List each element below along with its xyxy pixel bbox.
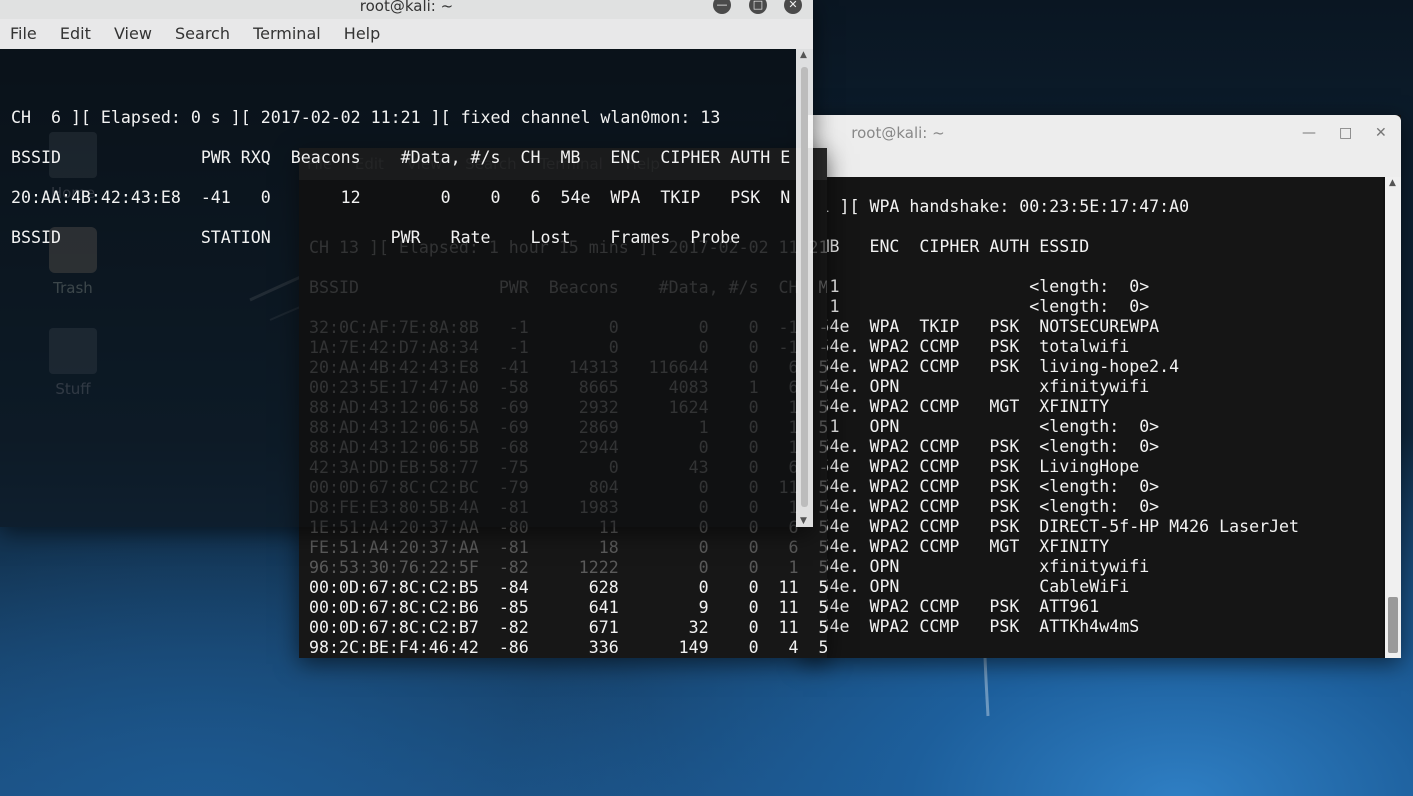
terminal-window-right[interactable]: root@kali: ~ — □ ✕ CH 13 ][ Elapsed: 1 h… bbox=[803, 115, 1401, 658]
terminal-line: 98:2C:BE:F4:46:42 -86 336 149 0 4 54e WP… bbox=[309, 638, 827, 657]
terminal-line: 00:0D:67:8C:C2:B5 -84 628 0 0 11 54e. WP… bbox=[309, 578, 827, 597]
terminal-line: 1A:7E:42:D7:A8:34 -1 0 0 0 -1 -1 <length… bbox=[819, 297, 1150, 316]
menu-file[interactable]: File bbox=[10, 19, 37, 49]
close-button[interactable]: ✕ bbox=[784, 0, 802, 14]
titlebar[interactable]: root@kali: ~ — □ ✕ bbox=[0, 0, 813, 19]
terminal-line: 88:AD:43:12:06:58 -69 2932 1624 0 1 54e.… bbox=[819, 357, 1180, 376]
minimize-button[interactable]: — bbox=[713, 0, 731, 14]
close-button[interactable]: ✕ bbox=[1375, 125, 1387, 141]
terminal-line: 42:3A:DD:EB:58:77 -75 0 43 0 6 -1 OPN <l… bbox=[819, 417, 1160, 436]
scrollbar-thumb[interactable] bbox=[1388, 597, 1398, 653]
window-title: root@kali: ~ bbox=[851, 124, 945, 142]
scrollbar[interactable]: ▲ bbox=[1385, 177, 1401, 658]
terminal-line: BSSID PWR RXQ Beacons #Data, #/s CH MB E… bbox=[11, 148, 791, 167]
terminal-output[interactable]: CH 6 ][ Elapsed: 0 s ][ 2017-02-02 11:21… bbox=[0, 49, 796, 527]
terminal-line: 20:AA:4B:42:43:E8 -41 14313 116644 0 6 5… bbox=[819, 317, 1160, 336]
terminal-line: 00:0D:67:8C:C2:B7 -82 671 32 0 11 54e. O… bbox=[309, 618, 827, 637]
menu-edit[interactable]: Edit bbox=[60, 19, 91, 49]
terminal-line: 00:0D:67:8C:C2:BC -79 804 0 0 11 54e. WP… bbox=[819, 437, 1160, 456]
scrollbar[interactable]: ▲ ▼ bbox=[796, 49, 813, 527]
terminal-window-left[interactable]: root@kali: ~ — □ ✕ File Edit View Search… bbox=[0, 0, 813, 527]
scroll-up-arrow-icon[interactable]: ▲ bbox=[1389, 178, 1396, 188]
terminal-line: BSSID PWR Beacons #Data, #/s CH MB ENC C… bbox=[819, 237, 1090, 256]
terminal-line: 96:53:30:76:22:5F -82 1222 0 0 1 54e WPA… bbox=[309, 558, 827, 577]
terminal-line: 00:0D:67:8C:C2:B7 -82 671 32 0 11 54e. O… bbox=[819, 577, 1130, 596]
maximize-button[interactable]: □ bbox=[749, 0, 767, 14]
terminal-line: 96:53:30:76:22:5F -82 1222 0 0 1 54e WPA… bbox=[819, 517, 1300, 536]
terminal-line: 1E:51:A4:20:37:AA -80 11 0 0 6 54e. WPA2… bbox=[819, 477, 1160, 496]
terminal-line: CH 6 ][ Elapsed: 0 s ][ 2017-02-02 11:21… bbox=[11, 108, 721, 127]
menu-view[interactable]: View bbox=[114, 19, 152, 49]
terminal-line: FE:51:A4:20:37:AA -81 18 0 0 6 54e. WPA2… bbox=[309, 538, 827, 557]
terminal-line: 98:2C:BE:F4:46:42 -86 336 149 0 4 54e WP… bbox=[819, 597, 1100, 616]
scroll-down-arrow-icon[interactable]: ▼ bbox=[800, 516, 807, 526]
terminal-line: 00:0D:67:8C:C2:B6 -85 641 9 0 11 54e. OP… bbox=[819, 557, 1150, 576]
menubar: File Edit View Search Terminal Help bbox=[0, 19, 813, 49]
terminal-line: 00:0D:67:8C:C2:B6 -85 641 9 0 11 54e. OP… bbox=[309, 598, 827, 617]
terminal-line: 88:AD:43:12:06:5B -68 2944 0 0 1 54e. WP… bbox=[819, 397, 1110, 416]
terminal-line: 00:23:5E:17:47:A0 -58 8665 4083 1 6 54e.… bbox=[819, 337, 1130, 356]
terminal-line: 8C:7F:3B:56:67:C0 -89 2296 634 0 6 54e W… bbox=[819, 617, 1140, 636]
terminal-line: BSSID STATION PWR Rate Lost Frames Probe bbox=[11, 228, 741, 247]
terminal-line: 32:0C:AF:7E:8A:8B -1 0 0 0 -1 -1 <length… bbox=[819, 277, 1150, 296]
titlebar[interactable]: root@kali: ~ — □ ✕ bbox=[803, 115, 1401, 177]
scroll-up-arrow-icon[interactable]: ▲ bbox=[800, 50, 807, 60]
terminal-output[interactable]: CH 13 ][ Elapsed: 1 hour 15 mins ][ 2017… bbox=[803, 177, 1383, 658]
terminal-line: CH 13 ][ Elapsed: 1 hour 15 mins ][ 2017… bbox=[803, 197, 1190, 216]
window-title: root@kali: ~ bbox=[359, 0, 454, 15]
menu-help[interactable]: Help bbox=[344, 19, 380, 49]
terminal-line: 20:AA:4B:42:43:E8 -41 0 12 0 0 6 54e WPA… bbox=[11, 188, 791, 207]
terminal-line: FE:51:A4:20:37:AA -81 18 0 0 6 54e. WPA2… bbox=[819, 497, 1160, 516]
menu-search[interactable]: Search bbox=[175, 19, 230, 49]
menu-terminal[interactable]: Terminal bbox=[253, 19, 321, 49]
minimize-button[interactable]: — bbox=[1302, 125, 1316, 141]
maximize-button[interactable]: □ bbox=[1339, 125, 1352, 141]
terminal-line: 88:AD:43:12:06:5A -69 2869 1 0 1 54e. OP… bbox=[819, 377, 1150, 396]
terminal-line: D8:FE:E3:80:5B:4A -81 1983 0 0 1 54e WPA… bbox=[819, 457, 1140, 476]
scrollbar-thumb[interactable] bbox=[801, 67, 808, 507]
terminal-line: 00:0D:67:8C:C2:B5 -84 628 0 0 11 54e. WP… bbox=[819, 537, 1110, 556]
